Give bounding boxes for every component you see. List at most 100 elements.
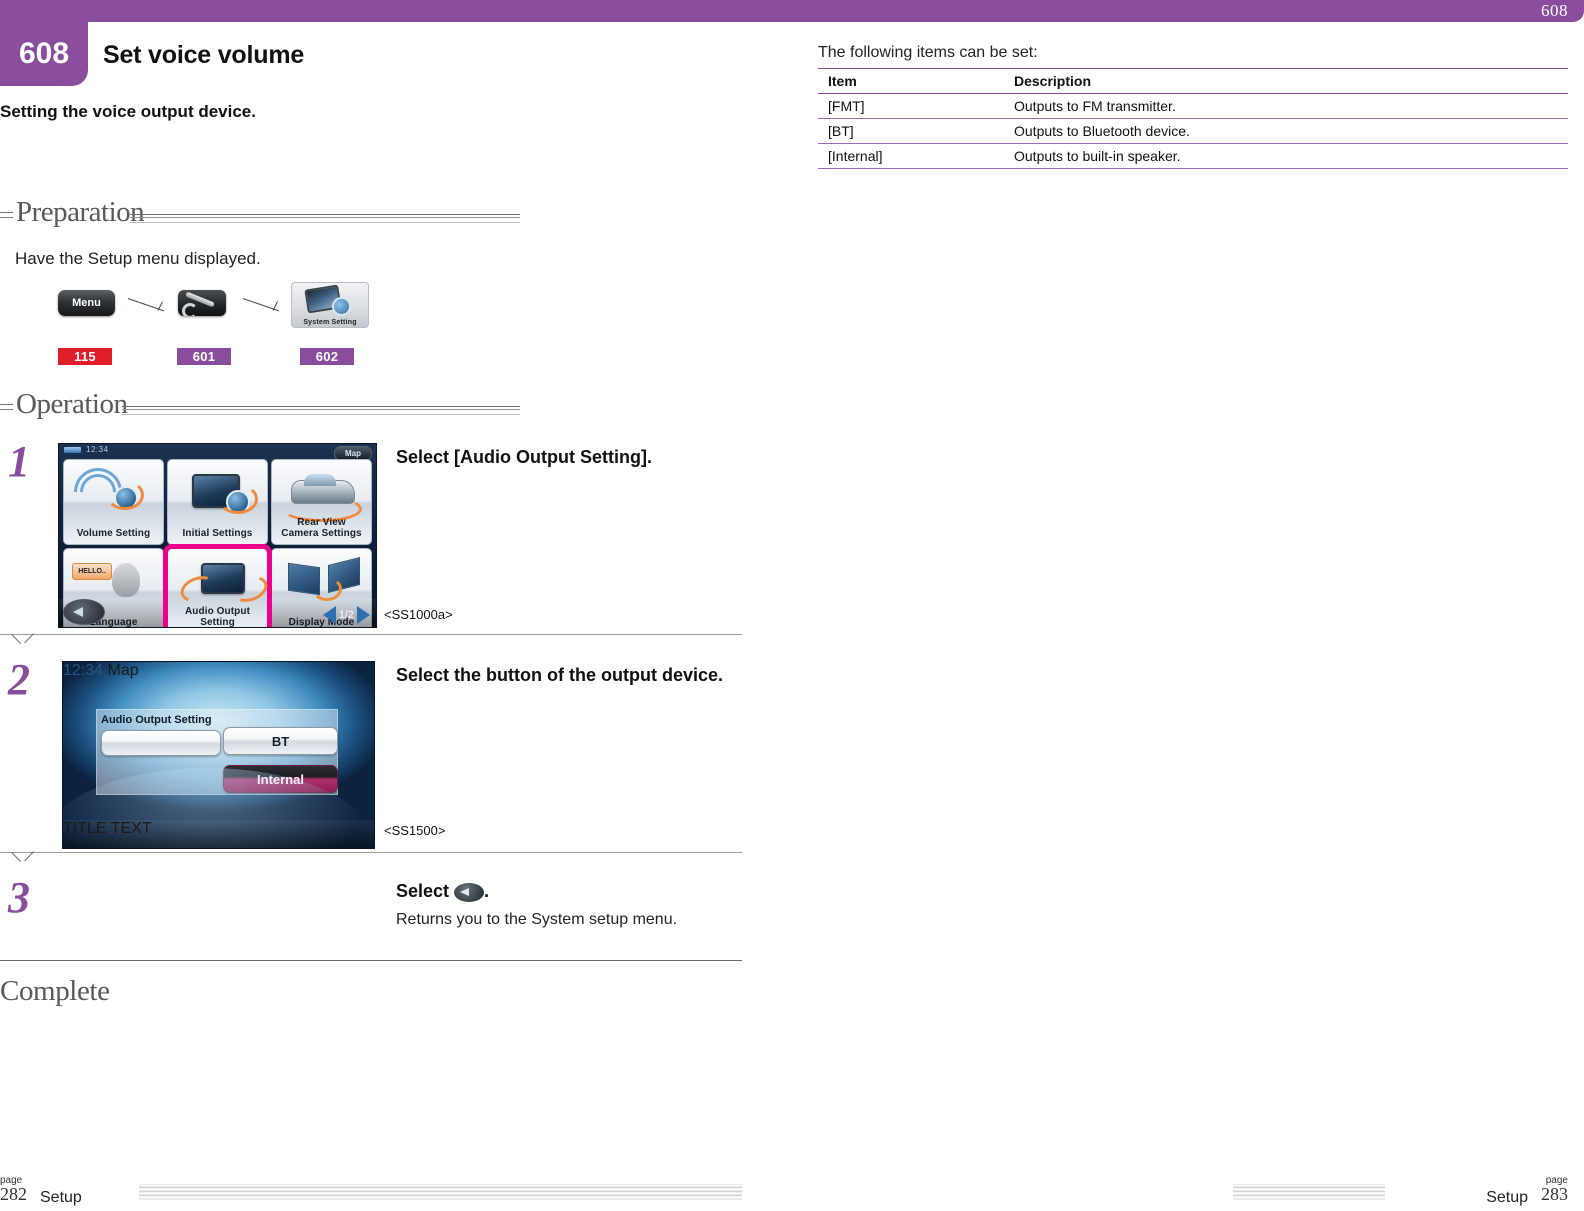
table-row: [FMT] Outputs to FM transmitter. (818, 93, 1568, 119)
settable-items-section: The following items can be set: Item Des… (818, 44, 1570, 169)
step-3-instruction-line: Select . (396, 880, 726, 903)
table-row: [BT] Outputs to Bluetooth device. (818, 118, 1568, 144)
page-indicator[interactable]: 1/2 (322, 606, 370, 624)
device-bottom-bar: TITLE TEXT (63, 820, 374, 848)
next-page-arrow-icon[interactable] (357, 606, 370, 624)
items-intro: The following items can be set: (818, 44, 1038, 61)
heading-rule (130, 214, 520, 223)
system-setting-icon: System Setting (291, 282, 369, 328)
table-col-item: Item (818, 68, 1004, 94)
flow-arrow-icon (243, 296, 285, 318)
page-title: Set voice volume (103, 41, 305, 69)
device-status-bar: 12:34 Map (63, 662, 374, 679)
output-device-button-bt[interactable]: BT (223, 727, 338, 755)
battery-icon (64, 447, 81, 453)
step-3: 3 Select . Returns you to the System set… (0, 876, 742, 960)
footer-right-page-number: 283 (1541, 1184, 1568, 1204)
step-3-detail: Returns you to the System setup menu. (396, 910, 678, 928)
device-status-bar: 12:34 Map (59, 444, 376, 461)
device-clock: 12:34 (86, 445, 109, 454)
top-purple-bar: 608 (0, 0, 1584, 22)
flow-step-wrench (178, 290, 226, 316)
footer-right-section: Setup (1486, 1189, 1528, 1206)
divider-line (0, 852, 742, 853)
tile-label: Rear View Camera Settings (281, 516, 362, 539)
footer-left-rule (139, 1184, 742, 1200)
equals-marker-icon (0, 404, 13, 410)
item-description: Outputs to FM transmitter. (1004, 93, 1568, 119)
step-3-number: 3 (8, 873, 30, 922)
footer-left-section: Setup (40, 1189, 82, 1206)
step-2-instruction: Select the button of the output device. (396, 665, 724, 685)
flow-arrow-icon (128, 296, 170, 318)
device-title: TITLE TEXT (63, 820, 152, 837)
footer-left-page-number: 282 (0, 1184, 27, 1204)
top-page-number: 608 (1541, 1, 1568, 20)
complete-label: Complete (0, 975, 110, 1007)
tile-initial-settings[interactable]: Initial Settings (167, 459, 268, 545)
table-col-description: Description (1004, 68, 1568, 94)
item-description: Outputs to Bluetooth device. (1004, 118, 1568, 144)
arrow-2-icon (243, 296, 285, 318)
system-setting-icon-label: System Setting (303, 319, 357, 326)
screenshot-code-2: <SS1500> (384, 823, 446, 838)
menu-button-icon: Menu (58, 290, 115, 316)
wrench-setup-icon (178, 290, 226, 316)
step-divider-1 (0, 634, 742, 652)
panel-label: Audio Output Setting (101, 714, 212, 726)
lead-text: Setting the voice output device. (0, 102, 256, 121)
step-divider-2 (0, 852, 742, 870)
back-arrow-icon (454, 883, 485, 902)
arrow-1-icon (128, 296, 170, 318)
page-ref-badge-602[interactable]: 602 (300, 348, 354, 365)
map-button[interactable]: Map (108, 662, 139, 679)
step-3-instruction-suffix: . (484, 881, 490, 901)
rear-view-camera-icon (272, 466, 371, 522)
divider-line (0, 634, 742, 635)
chevron-down-icon (12, 852, 34, 863)
page-footer: page 282 Setup Setup page 283 (0, 1151, 1584, 1211)
prev-page-arrow-icon[interactable] (322, 606, 336, 624)
step-2: 2 12:34 Map Audio Output Setting BT Inte… (0, 658, 742, 849)
tile-rear-view-camera-settings[interactable]: Rear View Camera Settings (271, 459, 372, 545)
step-3-text: Select . Returns you to the System setup… (396, 880, 726, 930)
initial-settings-icon (168, 466, 267, 514)
step-1-text: Select [Audio Output Setting]. (396, 446, 726, 469)
page-ref-badge-601[interactable]: 601 (177, 348, 231, 365)
tile-volume-setting[interactable]: Volume Setting (63, 458, 164, 545)
display-mode-icon (272, 555, 371, 603)
page-indicator-label: 1/2 (338, 609, 354, 621)
preparation-heading-label: Preparation (16, 196, 145, 228)
section-number-badge: 608 (0, 22, 88, 86)
heading-rule (122, 406, 520, 415)
gear-shape-icon (332, 297, 351, 316)
output-device-button-blank[interactable] (101, 730, 221, 756)
preparation-heading: Preparation (0, 196, 520, 234)
items-table: Item Description [FMT] Outputs to FM tra… (818, 68, 1568, 169)
step-1: 1 12:34 Map Volume Setting Initial Setti… (0, 440, 742, 630)
device-screenshot-ss1500: 12:34 Map Audio Output Setting BT Intern… (62, 661, 375, 849)
complete-divider (0, 960, 742, 961)
table-header-row: Item Description (818, 68, 1568, 94)
step-1-number: 1 (8, 437, 30, 486)
device-screenshot-ss1000a: 12:34 Map Volume Setting Initial Setting… (58, 443, 377, 628)
item-name: [Internal] (818, 143, 1004, 169)
language-icon: HELLO.. (64, 555, 163, 603)
tile-label: Audio Output Setting (184, 605, 251, 628)
operation-heading: Operation (0, 388, 520, 426)
item-name: [FMT] (818, 93, 1004, 119)
step-1-instruction: Select [Audio Output Setting]. (396, 447, 652, 467)
equals-marker-icon (0, 212, 13, 218)
item-description: Outputs to built-in speaker. (1004, 143, 1568, 169)
audio-output-setting-icon (168, 555, 272, 607)
page-ref-badge-115[interactable]: 115 (58, 348, 112, 365)
table-row: [Internal] Outputs to built-in speaker. (818, 143, 1568, 169)
device-clock: 12:34 (63, 662, 104, 679)
tile-audio-output-setting[interactable]: Audio Output Setting (163, 544, 272, 628)
flow-step-menu: Menu (58, 290, 115, 316)
tile-label: Initial Settings (182, 527, 253, 539)
tile-label: Volume Setting (76, 527, 151, 539)
step-3-instruction: Select (396, 881, 455, 901)
item-name: [BT] (818, 118, 1004, 144)
flow-step-system-setting: System Setting (291, 282, 369, 328)
